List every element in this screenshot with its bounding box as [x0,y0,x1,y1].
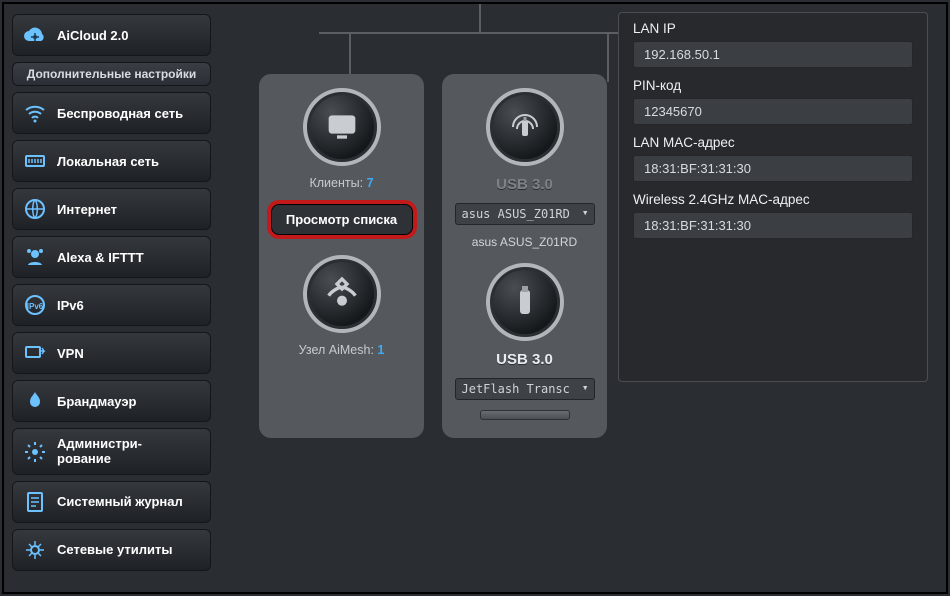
globe-icon [23,197,47,221]
ipv6-icon: IPv6 [23,293,47,317]
cloud-icon [23,23,47,47]
info-label: LAN IP [633,21,913,36]
wifi-icon [23,101,47,125]
sidebar-item-lan[interactable]: Локальная сеть [12,140,211,182]
sidebar-item-firewall[interactable]: Брандмауэр [12,380,211,422]
sidebar-item-admin[interactable]: Администри- рование [12,428,211,475]
view-list-button[interactable]: Просмотр списка [267,200,417,239]
sidebar-item-label: VPN [57,346,84,361]
usb-device-select-top[interactable]: asus ASUS_Z01RD [455,203,595,225]
sidebar-item-label: Брандмауэр [57,394,136,409]
sidebar-item-label: Локальная сеть [57,154,159,169]
info-value: 18:31:BF:31:31:30 [633,155,913,182]
ethernet-icon [23,149,47,173]
sidebar-item-nettools[interactable]: Сетевые утилиты [12,529,211,571]
sidebar: AiCloud 2.0 Дополнительные настройки Бес… [4,4,219,592]
sidebar-section-header: Дополнительные настройки [12,62,211,86]
info-value: 18:31:BF:31:31:30 [633,212,913,239]
main-area: Клиенты: 7 Просмотр списка Узел AiMesh: … [219,4,946,592]
tree-connector [319,32,639,72]
clients-count-line: Клиенты: 7 [309,176,373,190]
clients-card: Клиенты: 7 Просмотр списка Узел AiMesh: … [259,74,424,438]
usb30-label-bottom: USB 3.0 [496,351,553,368]
usb30-label-top: USB 3.0 [496,176,553,193]
usb-drive-icon [486,263,564,341]
sidebar-item-syslog[interactable]: Системный журнал [12,481,211,523]
sidebar-item-wireless[interactable]: Беспроводная сеть [12,92,211,134]
sidebar-item-label: Alexa & IFTTT [57,250,144,265]
info-value: 12345670 [633,98,913,125]
sidebar-item-label: Администри- рование [57,437,142,466]
tree-connector [479,4,481,32]
info-row-wifimac: Wireless 2.4GHz MAC-адрес 18:31:BF:31:31… [619,184,927,241]
firewall-icon [23,389,47,413]
aimesh-count-line: Узел AiMesh: 1 [299,343,385,357]
tools-icon [23,538,47,562]
usb-device-select-bottom[interactable]: JetFlash Transc [455,378,595,400]
alexa-icon [23,245,47,269]
sidebar-item-alexa[interactable]: Alexa & IFTTT [12,236,211,278]
usb-card: USB 3.0 asus ASUS_Z01RD asus ASUS_Z01RD … [442,74,607,438]
monitor-icon [303,88,381,166]
info-label: LAN MAC-адрес [633,135,913,150]
sidebar-item-label: Беспроводная сеть [57,106,183,121]
info-value: 192.168.50.1 [633,41,913,68]
info-row-lanip: LAN IP 192.168.50.1 [619,13,927,70]
log-icon [23,490,47,514]
sidebar-item-internet[interactable]: Интернет [12,188,211,230]
scrollbar-hint[interactable] [480,410,570,420]
info-row-pin: PIN-код 12345670 [619,70,927,127]
sidebar-item-ipv6[interactable]: IPv6 IPv6 [12,284,211,326]
sidebar-item-aicloud[interactable]: AiCloud 2.0 [12,14,211,56]
vpn-icon [23,341,47,365]
aimesh-icon [303,255,381,333]
usb-wifi-icon [486,88,564,166]
info-label: PIN-код [633,78,913,93]
sidebar-item-label: Системный журнал [57,494,183,509]
svg-text:IPv6: IPv6 [27,302,44,311]
info-label: Wireless 2.4GHz MAC-адрес [633,192,913,207]
sidebar-item-label: Интернет [57,202,117,217]
sidebar-item-vpn[interactable]: VPN [12,332,211,374]
sidebar-item-label: IPv6 [57,298,84,313]
info-panel: LAN IP 192.168.50.1 PIN-код 12345670 LAN… [618,12,928,382]
sidebar-item-label: AiCloud 2.0 [57,28,129,43]
info-row-lanmac: LAN MAC-адрес 18:31:BF:31:31:30 [619,127,927,184]
gear-icon [23,440,47,464]
usb-device-text: asus ASUS_Z01RD [472,235,577,249]
sidebar-item-label: Сетевые утилиты [57,542,172,557]
